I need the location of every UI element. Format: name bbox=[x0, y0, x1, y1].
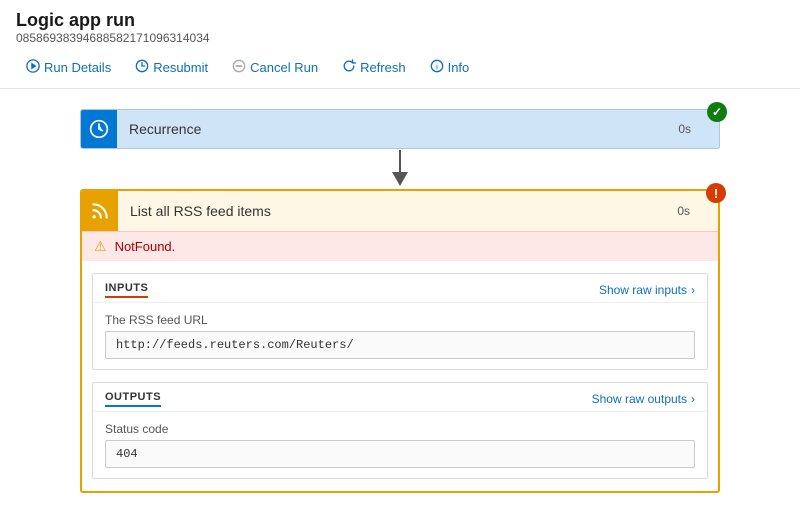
rss-title: List all RSS feed items bbox=[118, 203, 677, 219]
arrow-connector bbox=[80, 149, 720, 189]
run-details-button[interactable]: Run Details bbox=[16, 55, 121, 80]
outputs-body: Status code 404 bbox=[93, 412, 707, 478]
resubmit-button[interactable]: Resubmit bbox=[125, 55, 218, 80]
chevron-right-icon: › bbox=[691, 283, 695, 297]
outputs-header: OUTPUTS Show raw outputs › bbox=[93, 383, 707, 412]
rss-header: List all RSS feed items 0s ! bbox=[82, 191, 718, 231]
warning-icon: ⚠ bbox=[94, 238, 107, 255]
success-badge: ✓ bbox=[707, 102, 727, 122]
refresh-button[interactable]: Refresh bbox=[332, 55, 416, 80]
cancel-icon bbox=[232, 59, 246, 76]
status-code-label: Status code bbox=[105, 422, 695, 436]
arrow-down-icon bbox=[385, 150, 415, 188]
toolbar: Run Details Resubmit Cancel Run Refresh … bbox=[0, 51, 800, 89]
status-code-value: 404 bbox=[105, 440, 695, 468]
error-message: NotFound. bbox=[115, 239, 176, 254]
page-header: Logic app run 08586938394688582171096314… bbox=[0, 0, 800, 45]
canvas: Recurrence 0s ✓ List all RSS feed items … bbox=[0, 89, 800, 521]
not-found-row: ⚠ NotFound. bbox=[82, 231, 718, 261]
inputs-label: INPUTS bbox=[105, 282, 148, 298]
svg-text:i: i bbox=[436, 63, 438, 72]
rss-icon bbox=[90, 201, 110, 221]
chevron-right-outputs-icon: › bbox=[691, 392, 695, 406]
clock-icon bbox=[89, 119, 109, 139]
run-id: 08586938394688582171096314034 bbox=[16, 31, 784, 45]
cancel-run-button[interactable]: Cancel Run bbox=[222, 55, 328, 80]
info-icon: i bbox=[430, 59, 444, 76]
recurrence-duration: 0s bbox=[678, 122, 719, 136]
recurrence-block[interactable]: Recurrence 0s ✓ bbox=[80, 109, 720, 149]
rss-duration: 0s bbox=[677, 204, 718, 218]
rss-block[interactable]: List all RSS feed items 0s ! ⚠ NotFound.… bbox=[80, 189, 720, 493]
outputs-label: OUTPUTS bbox=[105, 391, 161, 407]
inputs-section: INPUTS Show raw inputs › The RSS feed UR… bbox=[92, 273, 708, 370]
error-badge: ! bbox=[706, 183, 726, 203]
feed-url-value: http://feeds.reuters.com/Reuters/ bbox=[105, 331, 695, 359]
resubmit-icon bbox=[135, 59, 149, 76]
info-button[interactable]: i Info bbox=[420, 55, 480, 80]
page-title: Logic app run bbox=[16, 10, 784, 31]
feed-url-label: The RSS feed URL bbox=[105, 313, 695, 327]
recurrence-icon-box bbox=[81, 110, 117, 148]
run-details-icon bbox=[26, 59, 40, 76]
inputs-body: The RSS feed URL http://feeds.reuters.co… bbox=[93, 303, 707, 369]
inputs-header: INPUTS Show raw inputs › bbox=[93, 274, 707, 303]
rss-icon-box bbox=[82, 191, 118, 231]
show-raw-inputs-link[interactable]: Show raw inputs › bbox=[599, 283, 695, 297]
show-raw-outputs-link[interactable]: Show raw outputs › bbox=[592, 392, 695, 406]
recurrence-card[interactable]: Recurrence 0s ✓ bbox=[80, 109, 720, 149]
refresh-icon bbox=[342, 59, 356, 76]
recurrence-title: Recurrence bbox=[117, 121, 678, 137]
outputs-section: OUTPUTS Show raw outputs › Status code 4… bbox=[92, 382, 708, 479]
